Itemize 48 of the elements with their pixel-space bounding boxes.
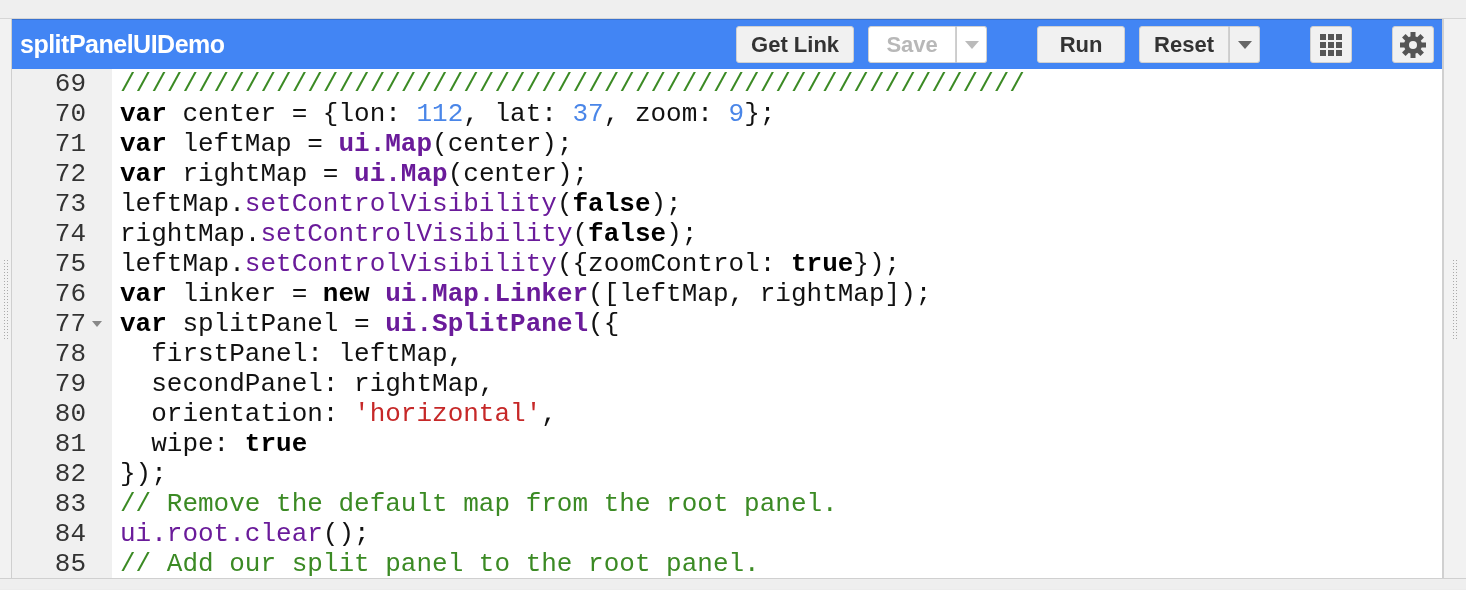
code-line: wipe: true xyxy=(150,429,308,459)
code-line: orientation: 'horizontal', xyxy=(150,399,557,429)
code-line: // Add our split panel to the root panel. xyxy=(119,549,760,578)
line-number: 82 xyxy=(54,459,86,489)
settings-button[interactable] xyxy=(1392,26,1434,63)
grid-icon xyxy=(1320,33,1342,56)
dropdown-button[interactable] xyxy=(956,26,988,63)
line-number: 81 xyxy=(54,429,86,459)
line-number: 75 xyxy=(54,249,86,279)
line-number: 76 xyxy=(54,279,86,309)
code-line: ui.root.clear(); xyxy=(119,519,370,549)
code-line: ////////////////////////////////////////////////////////// xyxy=(119,69,1025,99)
line-number: 70 xyxy=(54,99,86,129)
line-number: 77 xyxy=(54,309,86,339)
code-line: leftMap.setControlVisibility({zoomControl: true}); xyxy=(119,249,901,279)
line-number: 83 xyxy=(54,489,86,519)
line-number: 78 xyxy=(54,339,86,369)
line-number: 84 xyxy=(54,519,86,549)
line-number: 79 xyxy=(54,369,86,399)
script-title: splitPanelUIDemo xyxy=(20,28,225,60)
caret-icon xyxy=(1237,40,1252,49)
line-number: 74 xyxy=(54,219,86,249)
code-line: leftMap.setControlVisibility(false); xyxy=(119,189,682,219)
code-editor[interactable] xyxy=(12,69,1442,578)
line-number: 71 xyxy=(54,129,86,159)
fold-icon[interactable] xyxy=(92,321,102,327)
code-line: var rightMap = ui.Map(center); xyxy=(119,159,589,189)
line-number: 72 xyxy=(54,159,86,189)
code-line: secondPanel: rightMap, xyxy=(150,369,495,399)
settings-icon xyxy=(1399,30,1427,59)
line-number: 85 xyxy=(54,549,86,578)
line-number: 69 xyxy=(54,69,86,99)
dropdown-button[interactable] xyxy=(1229,26,1260,63)
code-line: var linker = new ui.Map.Linker([leftMap, rightMap]); xyxy=(119,279,932,309)
code-line: rightMap.setControlVisibility(false); xyxy=(119,219,698,249)
line-number: 73 xyxy=(54,189,86,219)
line-number: 80 xyxy=(54,399,86,429)
code-line: // Remove the default map from the root panel. xyxy=(119,489,838,519)
code-line: var leftMap = ui.Map(center); xyxy=(119,129,573,159)
code-line: var splitPanel = ui.SplitPanel({ xyxy=(119,309,620,339)
reset-button[interactable]: Reset xyxy=(1139,26,1229,63)
apps-button[interactable] xyxy=(1310,26,1352,63)
toolbar-button[interactable]: Run xyxy=(1037,26,1126,63)
code-line: }); xyxy=(119,459,167,489)
caret-icon xyxy=(964,40,979,49)
code-line: var center = {lon: 112, lat: 37, zoom: 9}; xyxy=(119,99,776,129)
toolbar-button[interactable]: Get Link xyxy=(736,26,855,63)
code-line: firstPanel: leftMap, xyxy=(150,339,464,369)
